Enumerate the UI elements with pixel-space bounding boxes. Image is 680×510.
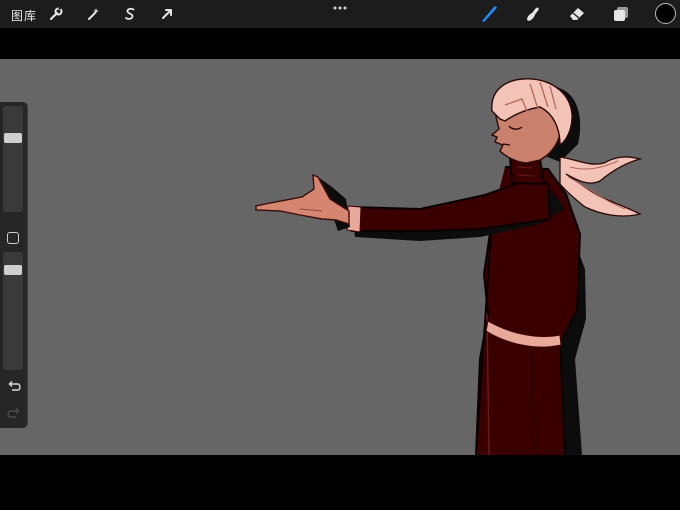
bottom-letterbox — [0, 455, 680, 510]
selection-icon[interactable] — [119, 3, 141, 25]
color-picker-button[interactable] — [655, 3, 676, 24]
undo-icon[interactable] — [6, 380, 22, 394]
transform-arrow-icon[interactable] — [156, 3, 178, 25]
brush-size-handle[interactable] — [4, 133, 22, 143]
smudge-icon[interactable] — [522, 3, 544, 25]
opacity-handle[interactable] — [4, 265, 22, 275]
brush-size-slider[interactable] — [3, 106, 23, 212]
drawing-canvas[interactable] — [0, 59, 680, 455]
character-illustration — [255, 78, 643, 455]
wrench-icon[interactable] — [45, 3, 67, 25]
more-options-icon[interactable] — [330, 1, 350, 15]
redo-icon[interactable] — [6, 407, 22, 421]
eraser-icon[interactable] — [566, 3, 588, 25]
sidebar — [0, 102, 27, 428]
modify-button[interactable] — [7, 232, 19, 244]
magic-wand-icon[interactable] — [82, 3, 104, 25]
top-letterbox — [0, 28, 680, 59]
gallery-button[interactable]: 图库 — [11, 7, 37, 24]
top-toolbar: 图库 — [0, 0, 680, 28]
brush-icon[interactable] — [478, 3, 500, 25]
layers-icon[interactable] — [610, 3, 632, 25]
opacity-slider[interactable] — [3, 252, 23, 370]
